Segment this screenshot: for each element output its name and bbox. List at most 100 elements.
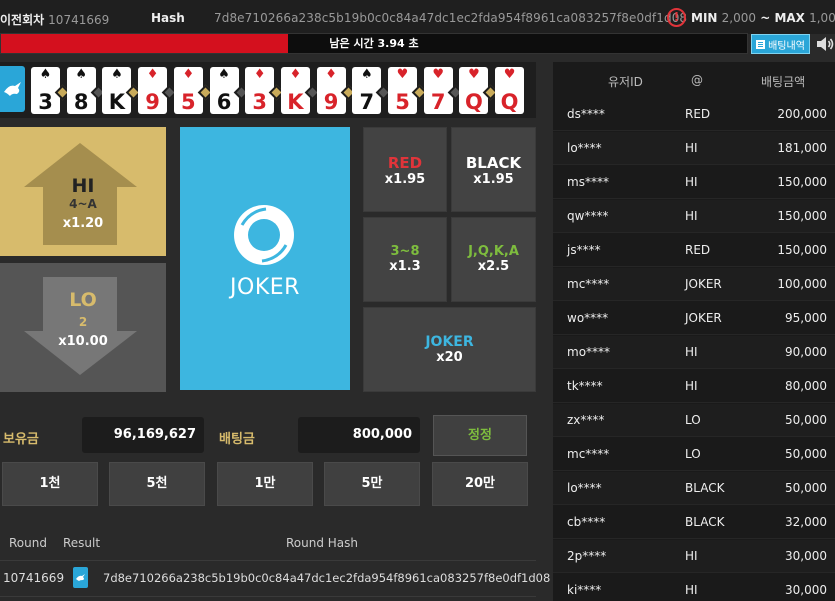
bettor-row: zx**** LO 50,000 xyxy=(553,404,835,437)
bettor-user-id: ds**** xyxy=(567,107,605,121)
max-value: 1,000,000 xyxy=(809,11,835,25)
card-rank: 6 xyxy=(216,90,232,114)
bet-amount-value: 800,000 xyxy=(298,417,420,453)
chip-50k-button[interactable]: 5만 xyxy=(324,462,420,506)
joker-card-label: JOKER xyxy=(230,275,300,300)
lo-label: LO xyxy=(69,289,97,311)
bettor-pick: HI xyxy=(685,549,698,563)
bet-amount-label: 배팅금 xyxy=(219,432,255,447)
timer-text: 남은 시간 3.94 초 xyxy=(329,37,419,50)
bettor-row: ki**** HI 30,000 xyxy=(553,574,835,601)
bettor-user-id: 2p**** xyxy=(567,549,607,563)
bet-limits: MIN 2,000 ~ MAX 1,000,000 xyxy=(691,11,835,25)
bet-black[interactable]: BLACK x1.95 xyxy=(451,127,536,212)
bettor-row: mc**** LO 50,000 xyxy=(553,438,835,471)
timer-bar: 남은 시간 3.94 초 xyxy=(0,33,748,54)
bettor-user-id: mo**** xyxy=(567,345,611,359)
bet-3-to-8[interactable]: 3~8 x1.3 xyxy=(363,217,447,302)
card-suit: ♥ xyxy=(503,67,516,82)
card-suit: ♥ xyxy=(468,67,480,82)
black-odds: x1.95 xyxy=(473,172,514,187)
card-suit: ♦ xyxy=(182,67,195,82)
bettor-pick: RED xyxy=(685,107,711,121)
bettor-pick: HI xyxy=(685,345,698,359)
bettor-user-id: js**** xyxy=(567,243,601,257)
chip-200k-button[interactable]: 20만 xyxy=(432,462,528,506)
bettor-user-id: lo**** xyxy=(567,141,602,155)
lo-range: 2 xyxy=(78,315,88,329)
prev-round-number: 10741669 xyxy=(48,13,110,27)
prev-round: 이전회차 10741669 xyxy=(0,11,109,28)
bettor-amount: 200,000 xyxy=(777,107,827,121)
max-label: MAX xyxy=(774,11,805,25)
bettor-amount: 90,000 xyxy=(785,345,827,359)
card-rank: Q xyxy=(500,90,519,114)
card-rank: 9 xyxy=(323,90,339,114)
bet-history-label: 배팅내역 xyxy=(768,40,805,52)
card-suit: ♠ xyxy=(75,67,88,82)
alert-icon[interactable]: ! xyxy=(667,8,686,27)
card-rank: 8 xyxy=(73,90,89,114)
bettor-amount: 50,000 xyxy=(785,481,827,495)
chip-1k-button[interactable]: 1천 xyxy=(2,462,98,506)
bettor-amount: 100,000 xyxy=(777,277,827,291)
col-user-id: 유저ID xyxy=(608,75,643,89)
speaker-icon[interactable] xyxy=(815,35,835,53)
top-bar: 이전회차 10741669 Hash 7d8e710266a238c5b19b0c… xyxy=(0,0,835,34)
bettor-row: js**** RED 150,000 xyxy=(553,234,835,267)
hi-range: 4~A xyxy=(69,197,97,211)
card-suit: ♦ xyxy=(253,67,266,82)
bet-hi[interactable]: HI 4~A x1.20 xyxy=(0,127,166,256)
joker-bet-label: JOKER xyxy=(425,334,474,350)
bettor-amount: 80,000 xyxy=(785,379,827,393)
bettor-user-id: qw**** xyxy=(567,209,609,223)
card-suit: ♦ xyxy=(325,67,337,82)
red-odds: x1.95 xyxy=(384,172,426,187)
bet-joker[interactable]: JOKER x20 xyxy=(363,307,536,392)
mascot-icon xyxy=(76,574,85,581)
bet-jqka[interactable]: J,Q,K,A x2.5 xyxy=(451,217,536,302)
bettor-amount: 150,000 xyxy=(777,175,827,189)
bettor-pick: HI xyxy=(685,141,698,155)
bet-red[interactable]: RED x1.95 xyxy=(363,127,447,212)
bet-lo[interactable]: LO 2 x10.00 xyxy=(0,263,166,392)
reset-button[interactable]: 정정 xyxy=(433,415,527,456)
min-value: 2,000 xyxy=(721,11,756,25)
card-rank: 7 xyxy=(430,90,446,114)
bettor-pick: HI xyxy=(685,175,698,189)
lo-odds: x10.00 xyxy=(58,334,108,349)
history-card: ♥ Q xyxy=(495,67,525,114)
card-suit: ♦ xyxy=(289,67,302,82)
chip-5k-button[interactable]: 5천 xyxy=(109,462,205,506)
col-bet-amount: 배팅금액 xyxy=(761,75,806,89)
bettor-pick: LO xyxy=(685,447,701,461)
round-number: 10741669 xyxy=(3,571,65,585)
bettors-panel: 유저ID @ 배팅금액 ds**** RED 200,000 lo**** HI 181,… xyxy=(553,62,835,601)
bettor-pick: HI xyxy=(685,379,698,393)
balance-label: 보유금 xyxy=(3,432,39,447)
bettor-user-id: cb**** xyxy=(567,515,606,529)
bettor-pick: HI xyxy=(685,209,698,223)
bet-history-button[interactable]: 배팅내역 xyxy=(751,34,810,54)
hi-label: HI xyxy=(71,175,95,197)
bettor-pick: RED xyxy=(685,243,711,257)
hash-value: 7d8e710266a238c5b19b0c0c84a47dc1ec2fda95… xyxy=(214,11,688,25)
round-hash: 7d8e710266a238c5b19b0c0c84a47dc1ec2fda95… xyxy=(103,571,551,585)
table-row: 10741669 7d8e710266a238c5b19b0c0c84a47dc… xyxy=(0,560,550,594)
bettor-row: cb**** BLACK 32,000 xyxy=(553,506,835,539)
game-screen: 이전회차 10741669 Hash 7d8e710266a238c5b19b0c… xyxy=(0,0,835,601)
bettor-user-id: mc**** xyxy=(567,277,610,291)
bettors-header: 유저ID @ 배팅금액 xyxy=(553,62,835,98)
col-round-hash: Round Hash xyxy=(286,536,359,550)
card-suit: ♠ xyxy=(360,67,373,82)
result-card-icon xyxy=(73,567,88,588)
three-eight-odds: x1.3 xyxy=(389,259,421,274)
prev-round-label: 이전회차 xyxy=(0,13,45,27)
bettor-pick: LO xyxy=(685,413,701,427)
bettor-amount: 30,000 xyxy=(785,549,827,563)
chip-10k-button[interactable]: 1만 xyxy=(217,462,313,506)
joker-logo-icon xyxy=(234,205,294,265)
bettor-amount: 50,000 xyxy=(785,413,827,427)
bettor-pick: JOKER xyxy=(685,277,722,291)
hi-odds: x1.20 xyxy=(62,216,104,231)
